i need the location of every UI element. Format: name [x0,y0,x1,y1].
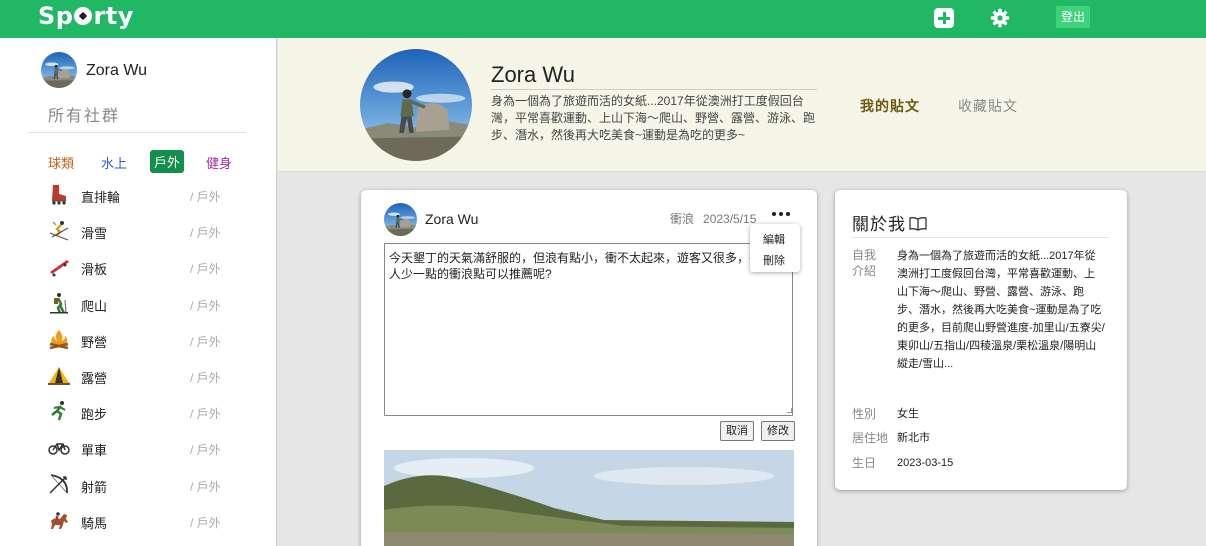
sidebar-item-camping-fire[interactable]: 野營 / 戶外 [0,328,277,364]
tab-outdoor[interactable]: 戶外 [150,150,185,173]
about-title-text: 關於我 [852,215,906,234]
gender-value: 女生 [897,408,919,420]
profile-header: Zora Wu 身為一個為了旅遊而活的女紙...2017年從澳洲打工度假回台灣，… [278,38,1206,172]
sidebar-item-category: / 戶外 [190,370,221,385]
sidebar-item-archery[interactable]: 射箭 / 戶外 [0,473,277,509]
post-options-menu: 編輯 刪除 [750,224,800,272]
sport-list: 直排輪 / 戶外 滑雪 / 戶外 滑板 / 戶外 爬山 / 戶外 野營 / 戶外… [0,183,277,545]
add-post-icon[interactable] [934,8,954,28]
skateboard-icon [48,255,70,277]
residence-value: 新北市 [897,432,930,444]
sidebar-item-label: 野營 [81,334,108,350]
tab-saved-posts[interactable]: 收藏貼文 [958,96,1018,116]
about-card: 關於我 自我介紹 身為一個為了旅遊而活的女紙...2017年從澳洲打工度假回台灣… [835,190,1127,490]
sidebar-item-category: / 戶外 [190,515,221,530]
sidebar-item-label: 滑板 [81,262,108,278]
sidebar-item-label: 爬山 [81,298,108,314]
edit-menu-item[interactable]: 編輯 [763,231,785,247]
birthday-value: 2023-03-15 [897,457,954,469]
bicycle-icon [48,436,70,458]
sidebar-item-horse-riding[interactable]: 騎馬 / 戶外 [0,509,277,545]
sidebar-item-category: / 戶外 [190,443,221,458]
sidebar-item-label: 滑雪 [81,226,108,242]
resize-handle[interactable] [787,408,792,413]
campfire-icon [48,328,70,350]
sidebar-user-name[interactable]: Zora Wu [86,62,147,80]
sidebar-item-category: / 戶外 [190,298,221,313]
birthday-label: 生日 [852,456,877,470]
post-date: 2023/5/15 [703,212,757,226]
horse-riding-icon [48,509,70,531]
gender-label: 性別 [852,407,877,421]
soccer-ball-icon [74,7,93,25]
top-navbar: Sp rty 登出 [0,0,1206,38]
sidebar-item-label: 單車 [81,443,108,459]
post-author[interactable]: Zora Wu [425,211,478,227]
intro-text: 身為一個為了旅遊而活的女紙...2017年從澳洲打工度假回台灣，平常喜歡運動、上… [897,250,1105,370]
tab-water-sports[interactable]: 水上 [101,153,127,172]
cancel-button[interactable]: 取消 [720,421,754,441]
sidebar-item-inline-skating[interactable]: 直排輪 / 戶外 [0,183,277,219]
sidebar-item-cycling[interactable]: 單車 / 戶外 [0,436,277,472]
all-communities-heading[interactable]: 所有社群 [48,102,120,126]
sidebar-item-label: 跑步 [81,407,108,423]
tent-icon [48,364,70,386]
more-options-icon[interactable] [771,206,793,218]
post-edit-textarea[interactable]: 今天墾丁的天氣滿舒服的，但浪有點小，衝不太起來，遊客又很多，有附近人少一點的衝浪… [384,243,793,416]
sidebar-item-skateboarding[interactable]: 滑板 / 戶外 [0,255,277,291]
bow-arrow-icon [48,473,70,495]
sidebar-item-label: 露營 [81,370,108,386]
sidebar-item-category: / 戶外 [190,334,221,349]
sidebar-item-label: 射箭 [81,479,108,495]
sidebar-item-category: / 戶外 [190,226,221,241]
intro-label: 自我介紹 [852,248,877,278]
sidebar-item-skiing[interactable]: 滑雪 / 戶外 [0,219,277,255]
profile-avatar [360,49,472,161]
gear-icon[interactable] [990,8,1010,28]
about-title: 關於我 [852,210,927,235]
sidebar-item-tent-camping[interactable]: 露營 / 戶外 [0,364,277,400]
divider [852,237,1109,238]
delete-menu-item[interactable]: 刪除 [763,252,785,268]
avatar[interactable] [384,203,417,236]
book-icon [909,216,927,231]
profile-name: Zora Wu [491,62,817,90]
runner-icon [48,400,70,422]
profile-bio: 身為一個為了旅遊而活的女紙...2017年從澳洲打工度假回台灣，平常喜歡運動、上… [491,94,816,142]
sidebar: Zora Wu 所有社群 球類 水上 戶外 健身 直排輪 / 戶外 滑雪 / 戶… [0,38,277,546]
sidebar-item-running[interactable]: 跑步 / 戶外 [0,400,277,436]
sidebar-item-category: / 戶外 [190,262,221,277]
post-category: 衝浪 [670,212,695,226]
post-card: Zora Wu 衝浪 2023/5/15 今天墾丁的天氣滿舒服的，但浪有點小，衝不… [361,190,817,546]
tab-ball-sports[interactable]: 球類 [48,153,74,172]
sidebar-item-category: / 戶外 [190,407,221,422]
divider [28,132,246,133]
inline-skate-icon [48,183,70,205]
hiker-icon [48,292,70,314]
tab-fitness[interactable]: 健身 [206,153,232,172]
residence-label: 居住地 [852,431,889,445]
tab-my-posts[interactable]: 我的貼文 [860,96,920,116]
sporty-logo[interactable]: Sp rty [38,2,134,30]
sidebar-item-label: 直排輪 [81,190,121,205]
avatar[interactable] [41,52,77,88]
sidebar-item-hiking[interactable]: 爬山 / 戶外 [0,292,277,328]
sidebar-item-category: / 戶外 [190,479,221,494]
skier-icon [48,219,70,241]
logout-button[interactable]: 登出 [1056,6,1091,28]
modify-button[interactable]: 修改 [761,421,795,441]
sidebar-item-category: / 戶外 [190,190,221,204]
post-photo [384,450,794,546]
sidebar-item-label: 騎馬 [81,515,108,531]
